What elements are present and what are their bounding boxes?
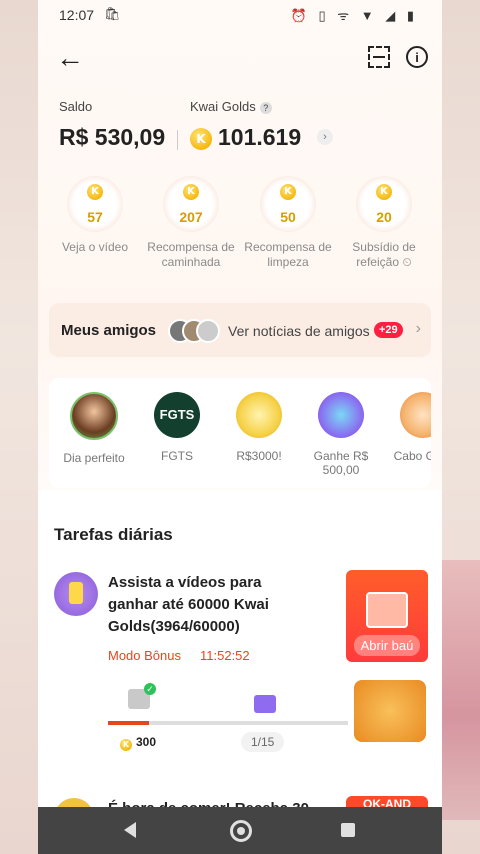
- task-progress-fill: [108, 721, 149, 725]
- status-icons: ⏰ ▯ ᯤ ▼ ◢ ▮: [290, 8, 418, 23]
- open-chest-button[interactable]: Abrir baú: [346, 570, 428, 662]
- gift-box-icon: [236, 392, 282, 438]
- shortcut-label: FGTS: [161, 449, 193, 463]
- app-screen: 12:07 🛍 ⏰ ▯ ᯤ ▼ ◢ ▮ ← i Saldo Kwai Golds…: [38, 0, 442, 854]
- phone-shape: [69, 582, 83, 604]
- reward-disc: K 20: [356, 176, 412, 232]
- divider: [177, 130, 178, 150]
- shortcut-label: R$3000!: [236, 449, 282, 463]
- shortcut-label: Cabo Guer: [393, 449, 431, 463]
- top-bar: ← i: [38, 40, 442, 80]
- golds-value: 101.619: [218, 124, 302, 150]
- shopping-bag-icon: 🛍: [104, 6, 121, 21]
- reward-caption: Recompensa de caminhada: [147, 240, 235, 269]
- reward-amount: 20: [376, 209, 392, 225]
- shortcut-3000[interactable]: R$3000!: [219, 392, 299, 463]
- daily-tasks-section: Tarefas diárias Assista a vídeos para ga…: [38, 490, 442, 854]
- tv-purple-icon: [254, 695, 276, 713]
- bonus-mode-label: Modo Bônus: [108, 648, 181, 663]
- scan-icon[interactable]: [368, 46, 390, 68]
- kwai-coin-icon: K: [280, 184, 296, 200]
- status-bar: 12:07 🛍 ⏰ ▯ ᯤ ▼ ◢ ▮: [38, 0, 442, 30]
- section-heading: Tarefas diárias: [54, 525, 173, 544]
- treasure-chest-icon: [366, 592, 408, 628]
- task-title: Assista a vídeos para ganhar até 60000 K…: [108, 574, 269, 635]
- system-nav-bar: [38, 807, 442, 854]
- nav-home-icon[interactable]: [230, 820, 252, 842]
- background-overlay: [442, 560, 480, 820]
- kwai-coin-icon: K: [87, 184, 103, 200]
- chevron-right-icon[interactable]: ›: [317, 129, 333, 145]
- phone-coin-icon: [54, 572, 98, 616]
- kwai-coin-icon: K: [183, 184, 199, 200]
- reward-row: K 57 Veja o vídeo K 207 Recompensa de ca…: [38, 176, 442, 286]
- reward-video[interactable]: K 57 Veja o vídeo: [47, 176, 143, 255]
- shortcut-dia-perfeito[interactable]: Dia perfeito: [54, 392, 134, 465]
- avatar-girl-icon: [70, 392, 118, 440]
- reward-disc: K 57: [67, 176, 123, 232]
- step-reward: K 300: [120, 735, 156, 751]
- nav-recents-icon[interactable]: [341, 823, 355, 837]
- notification-badge: +29: [374, 322, 403, 338]
- reward-amount: 50: [280, 209, 296, 225]
- friend-avatar: [196, 319, 220, 343]
- kwai-coin-icon: K: [190, 128, 212, 150]
- chevron-right-icon[interactable]: ›: [416, 320, 421, 338]
- friends-title: Meus amigos: [61, 322, 157, 339]
- step-reward-value: 300: [136, 735, 157, 749]
- countdown-timer: 11:52:52: [200, 648, 250, 663]
- golds-label: Kwai Golds: [190, 99, 256, 114]
- reward-caption: Veja o vídeo: [61, 240, 129, 254]
- golds-label-wrap: Kwai Golds?: [190, 99, 272, 114]
- reward-amount: 57: [87, 209, 103, 225]
- reward-caption: Recompensa de limpeza: [244, 240, 332, 269]
- reward-meal[interactable]: K 20 Subsídio de refeição ⏲: [336, 176, 432, 270]
- shortcut-row: Dia perfeito FGTS FGTS R$3000! Ganhe R$ …: [49, 378, 431, 488]
- balance-label: Saldo: [59, 99, 93, 114]
- shortcut-label: Ganhe R$ 500,00: [313, 449, 369, 477]
- golds-value-wrap[interactable]: K 101.619: [190, 124, 301, 151]
- reward-caption: Subsídio de refeição ⏲: [352, 240, 416, 269]
- shortcut-cabo-guer[interactable]: Cabo Guer: [383, 392, 431, 463]
- reward-walk[interactable]: K 207 Recompensa de caminhada: [143, 176, 239, 270]
- friends-news-link[interactable]: Ver notícias de amigos: [228, 323, 370, 339]
- info-icon[interactable]: i: [406, 46, 428, 68]
- check-icon: ✓: [144, 683, 156, 695]
- help-icon[interactable]: ?: [259, 102, 272, 114]
- reward-disc: K 207: [163, 176, 219, 232]
- step-counter: 1/15: [241, 732, 285, 752]
- balance-value[interactable]: R$ 530,09: [59, 124, 165, 151]
- shortcut-label: Dia perfeito: [63, 451, 125, 465]
- kwai-coin-icon: K: [376, 184, 392, 200]
- open-chest-label: Abrir baú: [354, 635, 420, 656]
- back-arrow-icon[interactable]: ←: [56, 42, 84, 74]
- fgts-icon: FGTS: [154, 392, 200, 438]
- task-progress-bar: [108, 721, 348, 725]
- status-time: 12:07: [59, 7, 95, 23]
- food-box-icon[interactable]: [354, 680, 426, 742]
- shortcut-fgts[interactable]: FGTS FGTS: [137, 392, 217, 463]
- tickets-icon: [318, 392, 364, 438]
- tv-stack-icon: ✓: [128, 683, 156, 709]
- reward-cleaning[interactable]: K 50 Recompensa de limpeza: [240, 176, 336, 270]
- kwai-coin-icon: K: [120, 739, 132, 751]
- friends-bar[interactable]: Meus amigos Ver notícias de amigos +29 ›: [49, 303, 431, 357]
- shortcut-ganhe[interactable]: Ganhe R$ 500,00: [301, 392, 381, 477]
- reward-disc: K 50: [260, 176, 316, 232]
- reward-amount: 207: [179, 209, 203, 225]
- nav-back-icon[interactable]: [124, 822, 136, 838]
- character-icon: [400, 392, 431, 438]
